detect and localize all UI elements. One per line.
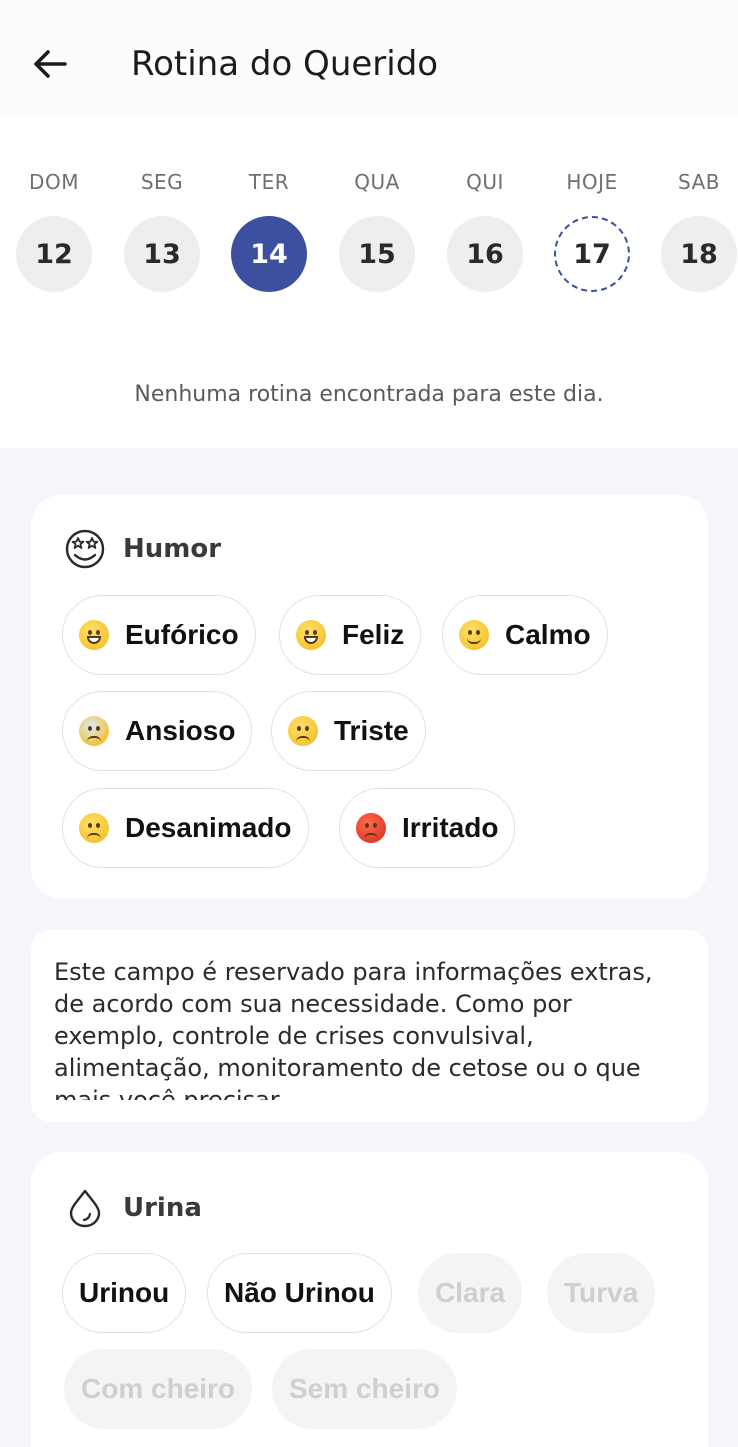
day-number[interactable]: 13 (124, 216, 200, 292)
back-button[interactable] (26, 40, 74, 88)
day-name: QUA (354, 170, 400, 194)
page-title: Rotina do Querido (131, 44, 439, 84)
humor-option-label: Desanimado (125, 812, 292, 843)
day-number[interactable]: 16 (447, 216, 523, 292)
day-monday[interactable]: SEG 13 (123, 168, 201, 292)
humor-option-label: Irritado (402, 812, 499, 843)
day-name: DOM (29, 170, 79, 194)
sleepy-emoji-icon (79, 813, 109, 843)
notes-card[interactable]: Este campo é reservado para informações … (31, 930, 708, 1122)
day-thursday[interactable]: QUI 16 (446, 168, 524, 292)
urina-option-label: Urinou (79, 1277, 170, 1308)
urina-option-turva: Turva (547, 1253, 656, 1333)
app-header: Rotina do Querido (0, 0, 738, 118)
day-number[interactable]: 15 (339, 216, 415, 292)
urina-option-label: Turva (564, 1277, 639, 1308)
empty-state-message: Nenhuma rotina encontrada para este dia. (134, 382, 604, 407)
notes-text[interactable]: Este campo é reservado para informações … (54, 956, 674, 1100)
humor-card: Humor Eufórico Feliz Calmo Ansioso Trist… (31, 495, 708, 899)
day-tuesday-selected[interactable]: TER 14 (230, 168, 308, 292)
day-sunday[interactable]: DOM 12 (15, 168, 93, 292)
day-name: SAB (678, 170, 720, 194)
urina-option-urinou[interactable]: Urinou (62, 1253, 187, 1333)
urina-option-nao-urinou[interactable]: Não Urinou (207, 1253, 392, 1333)
humor-option-desanimado[interactable]: Desanimado (62, 788, 309, 868)
humor-title: Humor (123, 534, 222, 564)
angry-emoji-icon (356, 813, 386, 843)
humor-option-label: Ansioso (125, 715, 236, 746)
slightly-smiling-emoji-icon (459, 620, 489, 650)
day-today[interactable]: HOJE 17 (553, 168, 631, 292)
day-number[interactable]: 17 (554, 216, 630, 292)
urina-option-sem-cheiro: Sem cheiro (272, 1349, 457, 1429)
grinning-emoji-icon (296, 620, 326, 650)
day-name: QUI (466, 170, 504, 194)
humor-option-feliz[interactable]: Feliz (279, 595, 422, 675)
day-saturday[interactable]: SAB 18 (660, 168, 738, 292)
humor-option-calmo[interactable]: Calmo (442, 595, 608, 675)
urina-option-label: Clara (435, 1277, 506, 1308)
urina-header: Urina (63, 1186, 202, 1230)
humor-option-irritado[interactable]: Irritado (339, 788, 516, 868)
humor-header: Humor (63, 527, 221, 571)
urina-card: Urina Urinou Não Urinou Clara Turva Com … (31, 1152, 708, 1447)
humor-option-label: Calmo (505, 619, 591, 650)
urina-option-label: Sem cheiro (289, 1373, 440, 1404)
urina-option-clara: Clara (418, 1253, 523, 1333)
star-struck-emoji-icon (79, 620, 109, 650)
arrow-left-icon (34, 50, 67, 78)
day-name: HOJE (566, 170, 618, 194)
star-eyes-face-icon (63, 527, 107, 571)
humor-option-triste[interactable]: Triste (271, 691, 426, 771)
urina-option-label: Não Urinou (224, 1277, 375, 1308)
urina-option-label: Com cheiro (81, 1373, 236, 1404)
anxious-sweat-emoji-icon (79, 716, 109, 746)
day-name: TER (248, 170, 290, 194)
humor-option-label: Triste (334, 715, 409, 746)
humor-option-euforico[interactable]: Eufórico (62, 595, 256, 675)
urina-title: Urina (123, 1193, 202, 1223)
drop-icon (63, 1186, 107, 1230)
humor-option-label: Feliz (342, 619, 405, 650)
urina-option-com-cheiro: Com cheiro (64, 1349, 253, 1429)
day-wednesday[interactable]: QUA 15 (338, 168, 416, 292)
day-number[interactable]: 14 (231, 216, 307, 292)
humor-option-label: Eufórico (125, 619, 239, 650)
day-number[interactable]: 12 (16, 216, 92, 292)
week-calendar: DOM 12 SEG 13 TER 14 QUA 15 QUI 16 HOJE … (0, 168, 738, 298)
day-number[interactable]: 18 (661, 216, 737, 292)
day-name: SEG (140, 170, 184, 194)
frowning-emoji-icon (288, 716, 318, 746)
humor-option-ansioso[interactable]: Ansioso (62, 691, 253, 771)
